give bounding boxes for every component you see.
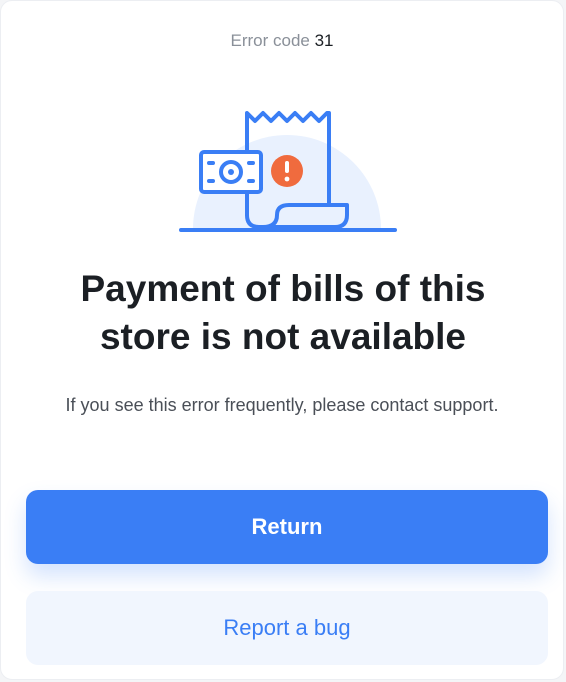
error-card: Error code 31 Payment of bills of this s… (0, 0, 564, 680)
error-code-label: Error code (230, 31, 310, 50)
receipt-payment-error-icon (179, 111, 397, 232)
error-title: Payment of bills of this store is not av… (80, 268, 486, 357)
report-bug-button[interactable]: Report a bug (26, 591, 548, 665)
error-subtitle: If you see this error frequently, please… (65, 395, 499, 415)
return-button[interactable]: Return (26, 490, 548, 564)
error-code: Error code 31 (1, 30, 563, 52)
error-code-value: 31 (314, 31, 334, 50)
